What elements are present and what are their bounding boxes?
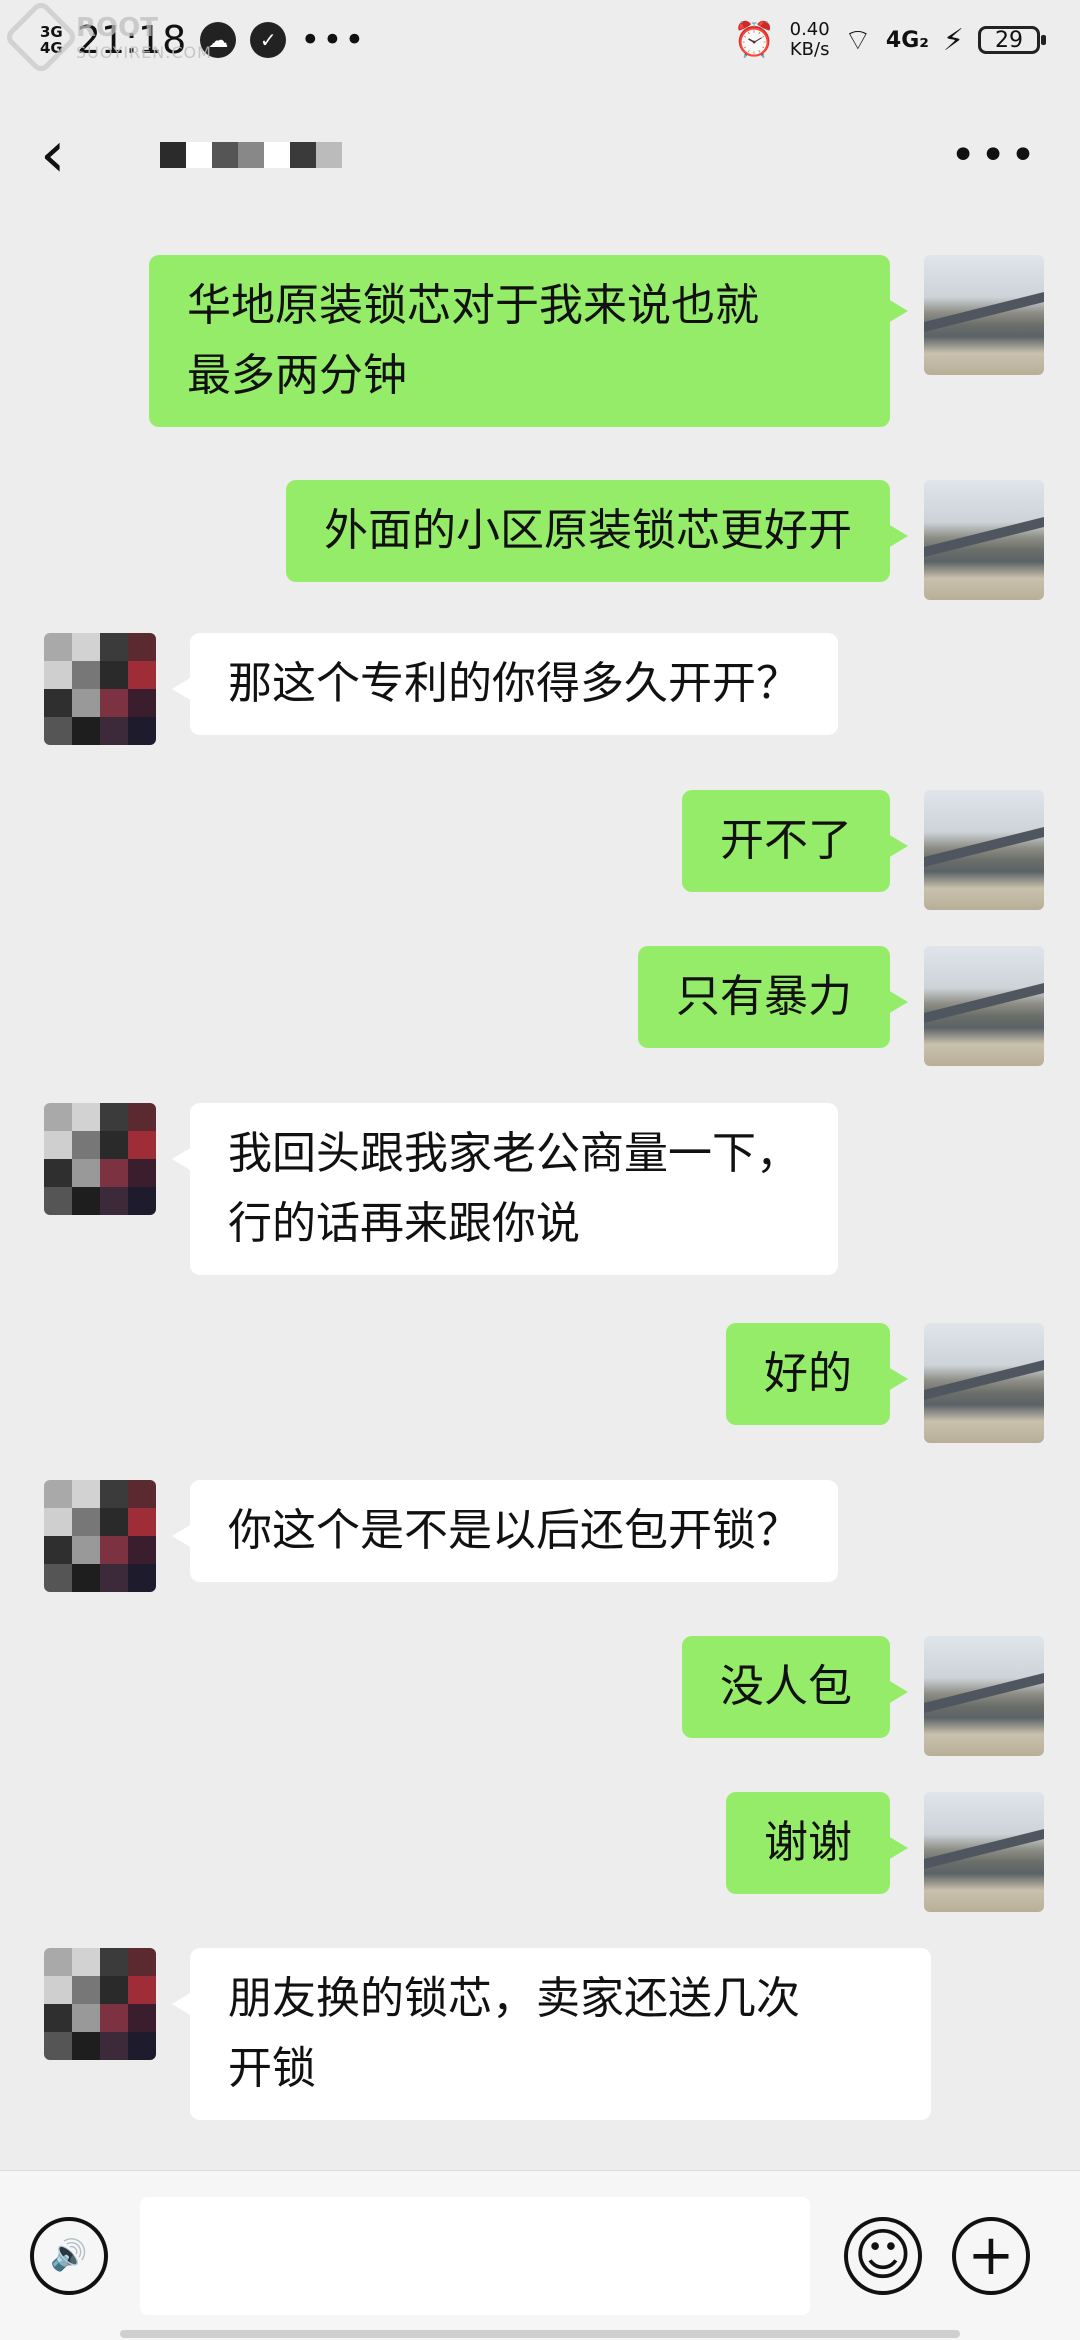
message-line: 我回头跟我家老公商量一下， bbox=[228, 1128, 800, 1179]
message-bubble[interactable]: 好的 bbox=[726, 1323, 908, 1425]
my-avatar[interactable] bbox=[924, 480, 1044, 600]
watermark-sub: SUOYIREN.COM bbox=[76, 42, 212, 62]
voice-icon: 🔊 bbox=[50, 2238, 88, 2273]
emoji-button[interactable]: ☺ bbox=[844, 2216, 922, 2295]
plus-button[interactable]: + bbox=[952, 2216, 1030, 2295]
battery-level: 29 bbox=[995, 27, 1023, 53]
message-bubble[interactable]: 没人包 bbox=[682, 1636, 908, 1738]
contact-avatar[interactable] bbox=[44, 1948, 156, 2060]
message-bubble[interactable]: 那这个专利的你得多久开开？ bbox=[172, 633, 838, 735]
watermark-logo-icon bbox=[2, 0, 80, 76]
wifi-icon: ⌔ bbox=[843, 23, 872, 58]
message-bubble[interactable]: 我回头跟我家老公商量一下， 行的话再来跟你说 bbox=[172, 1103, 838, 1275]
message-bubble[interactable]: 外面的小区原装锁芯更好开 bbox=[286, 480, 908, 582]
message-line: 华地原装锁芯对于我来说也就 bbox=[187, 280, 759, 331]
gesture-bar[interactable] bbox=[120, 2330, 960, 2338]
message-bubble[interactable]: 华地原装锁芯对于我来说也就 最多两分钟 bbox=[149, 255, 908, 427]
message-line: 谢谢 bbox=[764, 1817, 852, 1868]
message-sent: 没人包 bbox=[682, 1636, 1044, 1756]
network-speed-value: 0.40 bbox=[789, 19, 830, 40]
message-line: 你这个是不是以后还包开锁？ bbox=[228, 1505, 800, 1556]
message-sent: 谢谢 bbox=[726, 1792, 1044, 1912]
my-avatar[interactable] bbox=[924, 255, 1044, 375]
message-line: 开不了 bbox=[720, 815, 852, 866]
message-line: 只有暴力 bbox=[676, 971, 852, 1022]
message-input[interactable] bbox=[140, 2196, 810, 2315]
status-right: ⏰ 0.40 KB/s ⌔ 4G₂ ⚡ 29 bbox=[733, 20, 1046, 60]
message-sent: 只有暴力 bbox=[638, 946, 1044, 1066]
my-avatar[interactable] bbox=[924, 1792, 1044, 1912]
chevron-left-icon: ‹ bbox=[40, 118, 66, 192]
network-speed: 0.40 KB/s bbox=[790, 20, 830, 60]
message-bubble[interactable]: 开不了 bbox=[682, 790, 908, 892]
app-notification-icon: ✓ bbox=[250, 22, 287, 58]
message-received: 那这个专利的你得多久开开？ bbox=[44, 633, 838, 745]
message-line: 外面的小区原装锁芯更好开 bbox=[324, 505, 852, 556]
message-received: 我回头跟我家老公商量一下， 行的话再来跟你说 bbox=[44, 1103, 838, 1275]
contact-avatar[interactable] bbox=[44, 1480, 156, 1592]
message-received: 朋友换的锁芯，卖家还送几次 开锁 bbox=[44, 1948, 931, 2120]
charging-icon: ⚡ bbox=[942, 22, 964, 58]
message-bubble[interactable]: 朋友换的锁芯，卖家还送几次 开锁 bbox=[172, 1948, 931, 2120]
more-button[interactable]: ••• bbox=[950, 130, 1040, 181]
emoji-icon: ☺ bbox=[853, 2222, 913, 2288]
battery-icon: 29 bbox=[978, 26, 1046, 54]
watermark: ROOT SUOYIREN.COM bbox=[2, 0, 212, 76]
message-line: 最多两分钟 bbox=[187, 350, 407, 401]
alarm-icon: ⏰ bbox=[733, 20, 776, 60]
mobile-network-label: 4G₂ bbox=[885, 27, 929, 53]
contact-avatar[interactable] bbox=[44, 1103, 156, 1215]
message-bubble[interactable]: 谢谢 bbox=[726, 1792, 908, 1894]
back-button[interactable]: ‹ bbox=[40, 118, 100, 192]
message-line: 朋友换的锁芯，卖家还送几次 bbox=[228, 1973, 800, 2024]
my-avatar[interactable] bbox=[924, 1636, 1044, 1756]
my-avatar[interactable] bbox=[924, 946, 1044, 1066]
my-avatar[interactable] bbox=[924, 790, 1044, 910]
message-bubble[interactable]: 只有暴力 bbox=[638, 946, 908, 1048]
message-received: 你这个是不是以后还包开锁？ bbox=[44, 1480, 838, 1592]
message-line: 没人包 bbox=[720, 1661, 852, 1712]
message-bubble[interactable]: 你这个是不是以后还包开锁？ bbox=[172, 1480, 838, 1582]
message-line: 开锁 bbox=[228, 2043, 316, 2094]
message-line: 好的 bbox=[764, 1348, 852, 1399]
watermark-text: ROOT SUOYIREN.COM bbox=[76, 13, 212, 62]
plus-icon: + bbox=[967, 2223, 1015, 2288]
contact-avatar[interactable] bbox=[44, 633, 156, 745]
message-sent: 外面的小区原装锁芯更好开 bbox=[286, 480, 1044, 600]
input-bar: 🔊 ☺ + bbox=[0, 2170, 1080, 2340]
contact-name-pixelated bbox=[160, 142, 342, 168]
network-speed-unit: KB/s bbox=[789, 39, 830, 60]
message-sent: 开不了 bbox=[682, 790, 1044, 910]
my-avatar[interactable] bbox=[924, 1323, 1044, 1443]
message-sent: 华地原装锁芯对于我来说也就 最多两分钟 bbox=[149, 255, 1044, 427]
message-sent: 好的 bbox=[726, 1323, 1044, 1443]
message-line: 那这个专利的你得多久开开？ bbox=[228, 658, 800, 709]
more-notifications-icon: ••• bbox=[300, 20, 367, 60]
voice-button[interactable]: 🔊 bbox=[30, 2216, 108, 2295]
watermark-main: ROOT bbox=[76, 12, 158, 43]
chat-header: ‹ ••• bbox=[0, 80, 1080, 230]
message-line: 行的话再来跟你说 bbox=[228, 1198, 580, 1249]
